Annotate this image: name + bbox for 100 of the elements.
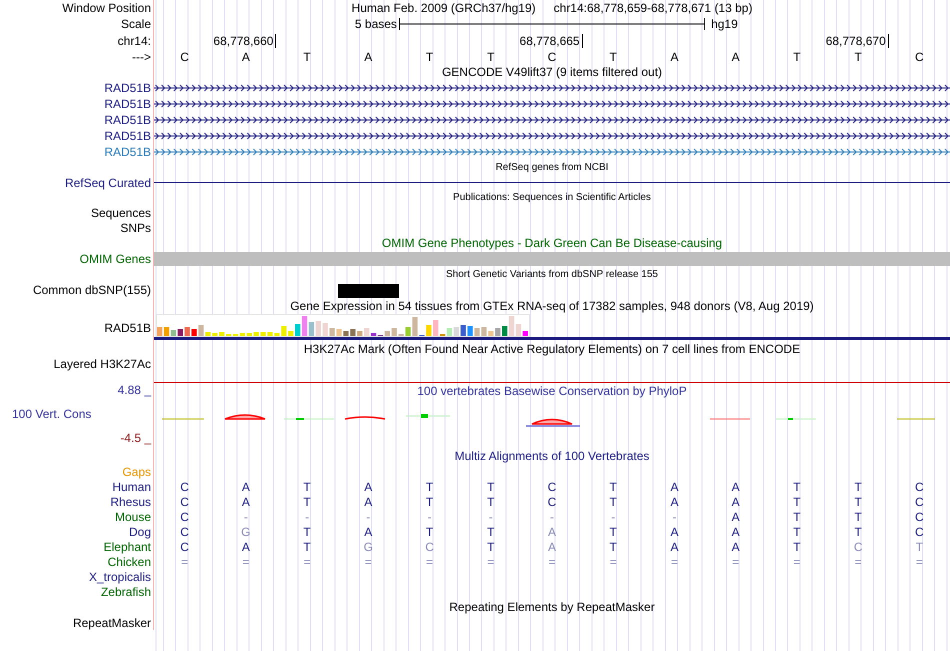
alignment-base: C [854, 540, 862, 554]
track-title: Repeating Elements by RepeatMasker [449, 600, 655, 614]
track-title: 100 vertebrates Basewise Conservation by PhyloP [417, 384, 687, 398]
track-label: Layered H3K27Ac [54, 357, 151, 371]
alignment-base: T [303, 494, 311, 508]
alignment-base: T [793, 524, 801, 538]
alignment-base: C [915, 494, 924, 508]
alignment-base: = [181, 554, 188, 568]
base-letter: T [854, 50, 862, 64]
alignment-base: T [854, 524, 862, 538]
position-range: chr14:68,778,659-68,778,671 (13 bp) [554, 1, 752, 15]
alignment-base: A [242, 540, 250, 554]
track-label: 100 Vert. Cons [11, 407, 92, 421]
track-label: RAD51B [104, 320, 151, 334]
track-label: RAD51B [104, 129, 151, 143]
alignment-base: - [305, 510, 310, 524]
alignment-base: T [916, 540, 924, 554]
alignment-base: C [180, 494, 189, 508]
alignment-base: T [487, 494, 494, 508]
track-label: OMIM Genes [80, 252, 151, 266]
scale-text: 5 bases [354, 17, 398, 31]
track-label: X_tropicalis [88, 570, 151, 584]
alignment-base: A [732, 494, 740, 508]
alignment-base: T [793, 480, 801, 494]
alignment-base: T [303, 540, 311, 554]
alignment-base: T [610, 524, 617, 538]
alignment-base: A [242, 494, 250, 508]
alignment-base: = [304, 554, 311, 568]
alignment-base: T [487, 540, 494, 554]
alignment-base: T [610, 480, 617, 494]
axis-label: -4.5 _ [119, 431, 151, 445]
alignment-base: = [487, 554, 494, 568]
alignment-base: A [364, 494, 372, 508]
base-letter: A [242, 50, 250, 64]
alignment-base: C [180, 524, 189, 538]
alignment-base: A [548, 540, 556, 554]
alignment-base: C [915, 510, 924, 524]
alignment-base: = [793, 554, 800, 568]
alignment-base: - [244, 510, 248, 524]
track-title: Multiz Alignments of 100 Vertebrates [454, 449, 650, 463]
alignment-base: T [303, 524, 311, 538]
alignment-base: C [425, 540, 434, 554]
alignment-base: = [548, 554, 556, 568]
track-label: Window Position [62, 1, 151, 15]
track-label: Common dbSNP(155) [32, 283, 151, 297]
alignment-base: T [854, 480, 862, 494]
track-label: Scale [120, 17, 151, 31]
alignment-base: A [548, 524, 556, 538]
alignment-base: T [426, 494, 434, 508]
base-letter: T [426, 50, 434, 64]
track-title: Publications: Sequences in Scientific Articles [453, 192, 651, 204]
alignment-base: C [180, 540, 189, 554]
alignment-base: - [428, 510, 432, 524]
track-label: Zebrafish [100, 584, 151, 598]
alignment-base: T [426, 524, 434, 538]
track-label: RAD51B [104, 113, 151, 127]
track-label: SNPs [120, 220, 151, 234]
track-label: RAD51B [104, 145, 151, 159]
alignment-base: = [364, 554, 372, 568]
alignment-base: = [242, 554, 250, 568]
alignment-base: = [854, 554, 862, 568]
base-letter: A [364, 50, 372, 64]
track-label: chr14: [118, 34, 151, 48]
alignment-base: = [732, 554, 740, 568]
alignment-base: C [180, 480, 189, 494]
base-letter: A [732, 50, 740, 64]
base-letter: T [793, 50, 801, 64]
track-title: OMIM Gene Phenotypes - Dark Green Can Be Disease-causing [382, 236, 722, 250]
alignment-base: A [670, 540, 678, 554]
track-label: Gaps [122, 464, 151, 478]
track-label: RAD51B [104, 81, 151, 95]
alignment-base: T [610, 494, 617, 508]
alignment-base: T [793, 494, 801, 508]
alignment-base: A [670, 494, 678, 508]
alignment-base: - [550, 510, 554, 524]
alignment-base: C [915, 480, 924, 494]
axis-label: 4.88 _ [116, 383, 151, 397]
track-title: H3K27Ac Mark (Often Found Near Active Regulatory Elements) on 7 cell lines from ENCODE [304, 342, 800, 356]
assembly-label: hg19 [710, 17, 738, 31]
track-title: GENCODE V49lift37 (9 items filtered out) [442, 65, 662, 79]
alignment-base: A [732, 510, 740, 524]
alignment-base: T [854, 494, 862, 508]
base-letter: A [670, 50, 678, 64]
track-title: RefSeq genes from NCBI [496, 162, 608, 174]
variant-block [338, 284, 399, 298]
alignment-base: T [487, 480, 494, 494]
alignment-base: G [241, 524, 250, 538]
base-letter: T [487, 50, 494, 64]
track-label: RepeatMasker [72, 616, 151, 630]
alignment-base: - [672, 510, 676, 524]
alignment-base: - [611, 510, 616, 524]
assembly-name: Human Feb. 2009 (GRCh37/hg19) [352, 1, 536, 15]
base-letter: C [915, 50, 924, 64]
track-label: Chicken [108, 554, 151, 568]
track-title: Short Genetic Variants from dbSNP release 155 [446, 268, 658, 280]
track-label: Mouse [114, 510, 151, 524]
base-letter: C [180, 50, 189, 64]
alignment-base: T [854, 510, 862, 524]
coordinate-label: 68,778,660 [213, 34, 276, 48]
alignment-base: T [610, 540, 617, 554]
